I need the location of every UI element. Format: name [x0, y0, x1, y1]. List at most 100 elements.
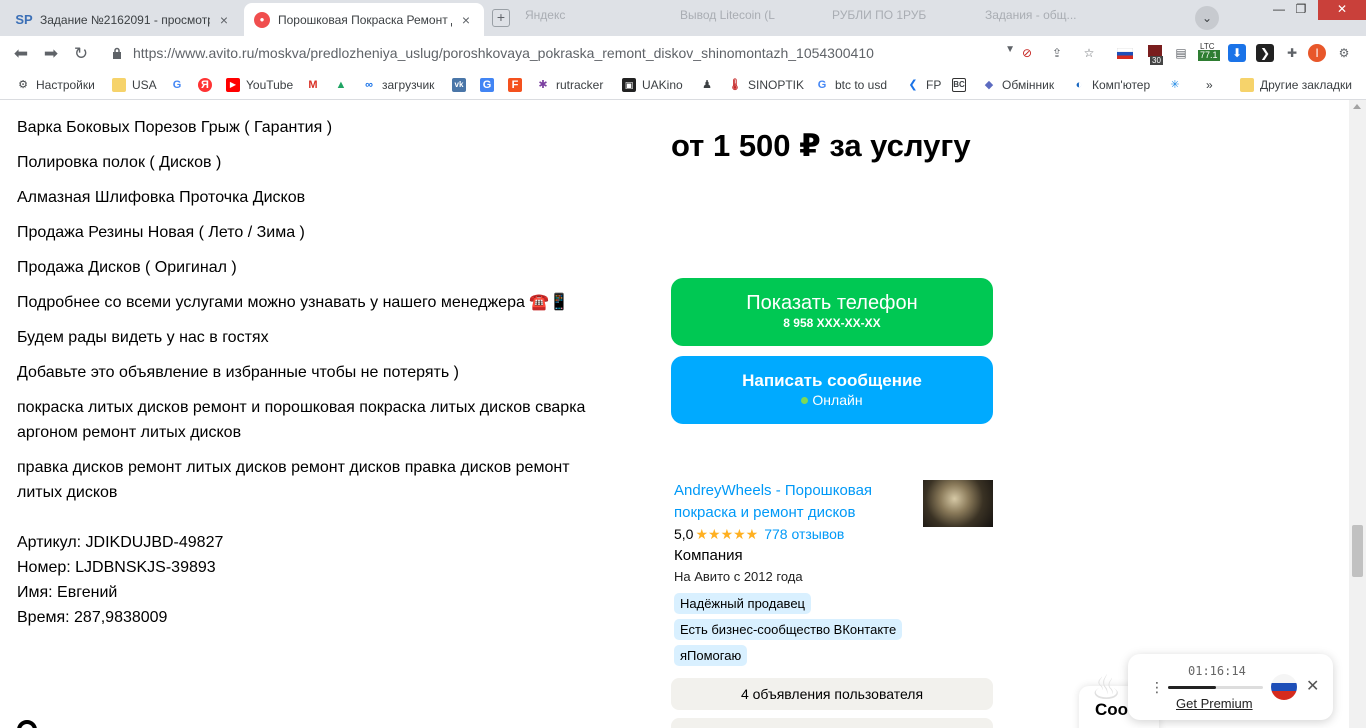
- background-tab[interactable]: Вывод Litecoin (L: [680, 8, 775, 22]
- tab-avito[interactable]: ● Порошковая Покраска Ремонт Д ×: [244, 3, 484, 36]
- chess-icon: ♟: [702, 79, 712, 91]
- russia-flag-icon[interactable]: [1271, 674, 1297, 700]
- bookmark-settings[interactable]: ⚙ Настройки: [16, 78, 95, 92]
- extension-badge-icon[interactable]: 30: [1146, 44, 1164, 65]
- bookmark-f[interactable]: F: [508, 78, 528, 92]
- description-line: покраска литых дисков ремонт и порошкова…: [17, 399, 586, 441]
- bookmark-youtube[interactable]: ▶ YouTube: [226, 78, 293, 92]
- download-icon[interactable]: ⬇: [1228, 44, 1246, 62]
- seller-avatar[interactable]: [923, 480, 993, 527]
- media-player-popup: ⋮ 01:16:14 Get Premium ✕: [1128, 654, 1333, 720]
- price: от 1 500 ₽ за услугу: [671, 128, 971, 163]
- reload-icon[interactable]: ↻: [70, 44, 92, 64]
- bookmark-fp[interactable]: ❮ FP: [906, 78, 941, 92]
- bookmark-google[interactable]: G: [170, 78, 190, 92]
- show-phone-button[interactable]: Показать телефон 8 958 XXX-XX-XX: [671, 278, 993, 346]
- lock-icon: [113, 47, 121, 59]
- ltc-price-icon[interactable]: LTC 77.1: [1198, 42, 1222, 62]
- background-tab[interactable]: Задания - общ...: [985, 8, 1077, 22]
- bookmark-translate[interactable]: G: [480, 78, 500, 92]
- tab-bar: SP Задание №2162091 - просмотр з × ● Пор…: [0, 0, 1366, 36]
- bookmark-computer[interactable]: ◐ Комп'ютер: [1072, 78, 1150, 92]
- thermometer-icon: 🌡: [728, 79, 742, 91]
- extension-icon[interactable]: ▤: [1172, 44, 1190, 62]
- exchanger-icon: ◆: [984, 79, 994, 91]
- scrollbar[interactable]: [1349, 100, 1366, 728]
- bookmark-exchanger[interactable]: ◆ Обмінник: [982, 78, 1054, 92]
- bookmark-uakino[interactable]: ▣ UAKino: [622, 78, 683, 92]
- more-menu-icon[interactable]: ⋮: [1150, 679, 1164, 696]
- bookmark-downloader[interactable]: ∞ загрузчик: [362, 78, 434, 92]
- tab-task[interactable]: SP Задание №2162091 - просмотр з ×: [6, 3, 242, 36]
- seller-badge[interactable]: Есть бизнес-сообщество ВКонтакте: [674, 619, 903, 640]
- blocked-popup-icon[interactable]: ⊘: [1018, 44, 1036, 62]
- reviews-link[interactable]: 778 отзывов: [764, 526, 844, 542]
- bookmark-star-icon[interactable]: ☆: [1080, 44, 1098, 62]
- send-message-label: Написать сообщение: [742, 371, 922, 390]
- bookmark-chess[interactable]: ♟: [700, 78, 720, 92]
- dropdown-icon[interactable]: ▼: [1005, 44, 1015, 55]
- youtube-icon: ▶: [226, 78, 240, 92]
- bookmark-vk[interactable]: vk: [452, 78, 472, 92]
- progress-bar[interactable]: [1168, 686, 1263, 689]
- tab-title: Задание №2162091 - просмотр з: [40, 12, 210, 27]
- bookmark-rutracker[interactable]: ✱ rutracker: [536, 78, 603, 92]
- tab-close-icon[interactable]: ×: [458, 12, 474, 28]
- article-number: Артикул: JDIKDUJBD-49827: [17, 534, 224, 551]
- bookmark-btc[interactable]: Gbtc to usd: [815, 78, 887, 92]
- tab-close-icon[interactable]: ×: [216, 12, 232, 28]
- rutracker-icon: ✱: [538, 79, 548, 91]
- next-button-partial[interactable]: [671, 718, 993, 728]
- scroll-up-icon[interactable]: [1353, 104, 1361, 109]
- background-tab[interactable]: РУБЛИ ПО 1РУБ: [832, 8, 926, 22]
- other-bookmarks[interactable]: Другие закладки: [1240, 78, 1352, 92]
- user-ads-button[interactable]: 4 объявления пользователя: [671, 678, 993, 710]
- player-time: 01:16:14: [1188, 664, 1246, 678]
- fp-icon: ❮: [908, 79, 918, 91]
- send-message-button[interactable]: Написать сообщение Онлайн: [671, 356, 993, 424]
- bookmark-usa[interactable]: USA: [112, 78, 157, 92]
- puzzle-icon[interactable]: ✚: [1283, 44, 1301, 62]
- get-premium-link[interactable]: Get Premium: [1176, 696, 1253, 711]
- google-icon: G: [817, 79, 827, 91]
- description-line: правка дисков ремонт литых дисков ремонт…: [17, 459, 570, 501]
- close-window-button[interactable]: ✕: [1318, 0, 1366, 20]
- tab-search-icon[interactable]: ⌄: [1195, 6, 1219, 30]
- back-icon[interactable]: ⬅: [10, 44, 32, 64]
- gear-icon[interactable]: ⚙: [1335, 44, 1353, 62]
- flag-ru-icon[interactable]: [1116, 44, 1134, 62]
- background-tab[interactable]: Яндекс: [525, 8, 565, 22]
- description-line: Полировка полок ( Дисков ): [17, 154, 222, 171]
- gmail-icon: M: [308, 79, 318, 91]
- address-bar[interactable]: https://www.avito.ru/moskva/predlozheniy…: [100, 41, 1015, 67]
- folder-icon: [112, 78, 126, 92]
- share-icon[interactable]: ⇪: [1048, 44, 1066, 62]
- bookmark-gmail[interactable]: M: [306, 78, 326, 92]
- seller-name-link[interactable]: AndreyWheels - Порошковая покраска и рем…: [674, 480, 904, 524]
- f-app-icon: F: [508, 78, 522, 92]
- rating-value: 5,0: [674, 526, 694, 542]
- new-tab-button[interactable]: +: [492, 9, 510, 27]
- url-text[interactable]: https://www.avito.ru/moskva/predlozheniy…: [133, 45, 874, 61]
- bookmark-bc[interactable]: BC: [952, 78, 972, 92]
- bookmark-sinoptik[interactable]: 🌡 SINOPTIK: [728, 78, 804, 92]
- bookmarks-more-button[interactable]: »: [1206, 78, 1213, 92]
- bookmark-yandex[interactable]: Я: [198, 78, 218, 92]
- bookmark-drive[interactable]: ▲: [334, 78, 354, 92]
- yandex-icon: Я: [198, 78, 212, 92]
- profile-avatar[interactable]: I: [1308, 44, 1326, 62]
- scroll-thumb[interactable]: [1352, 525, 1363, 577]
- tab-title: Порошковая Покраска Ремонт Д: [278, 12, 452, 27]
- close-icon[interactable]: ✕: [1306, 676, 1319, 696]
- extension-dark-icon[interactable]: ❯: [1256, 44, 1274, 62]
- maximize-button[interactable]: ❐: [1284, 0, 1318, 20]
- forward-icon[interactable]: ➡: [40, 44, 62, 64]
- bookmark-walmart[interactable]: ✳: [1168, 78, 1188, 92]
- uakino-icon: ▣: [622, 78, 636, 92]
- rating-stars-icon: ★★★★★: [695, 526, 759, 542]
- sp-favicon-icon: SP: [15, 12, 33, 27]
- seller-badge[interactable]: яПомогаю: [674, 645, 748, 666]
- infinity-icon: ∞: [365, 79, 373, 91]
- partial-heading: [17, 720, 37, 728]
- seller-badge[interactable]: Надёжный продавец: [674, 593, 811, 614]
